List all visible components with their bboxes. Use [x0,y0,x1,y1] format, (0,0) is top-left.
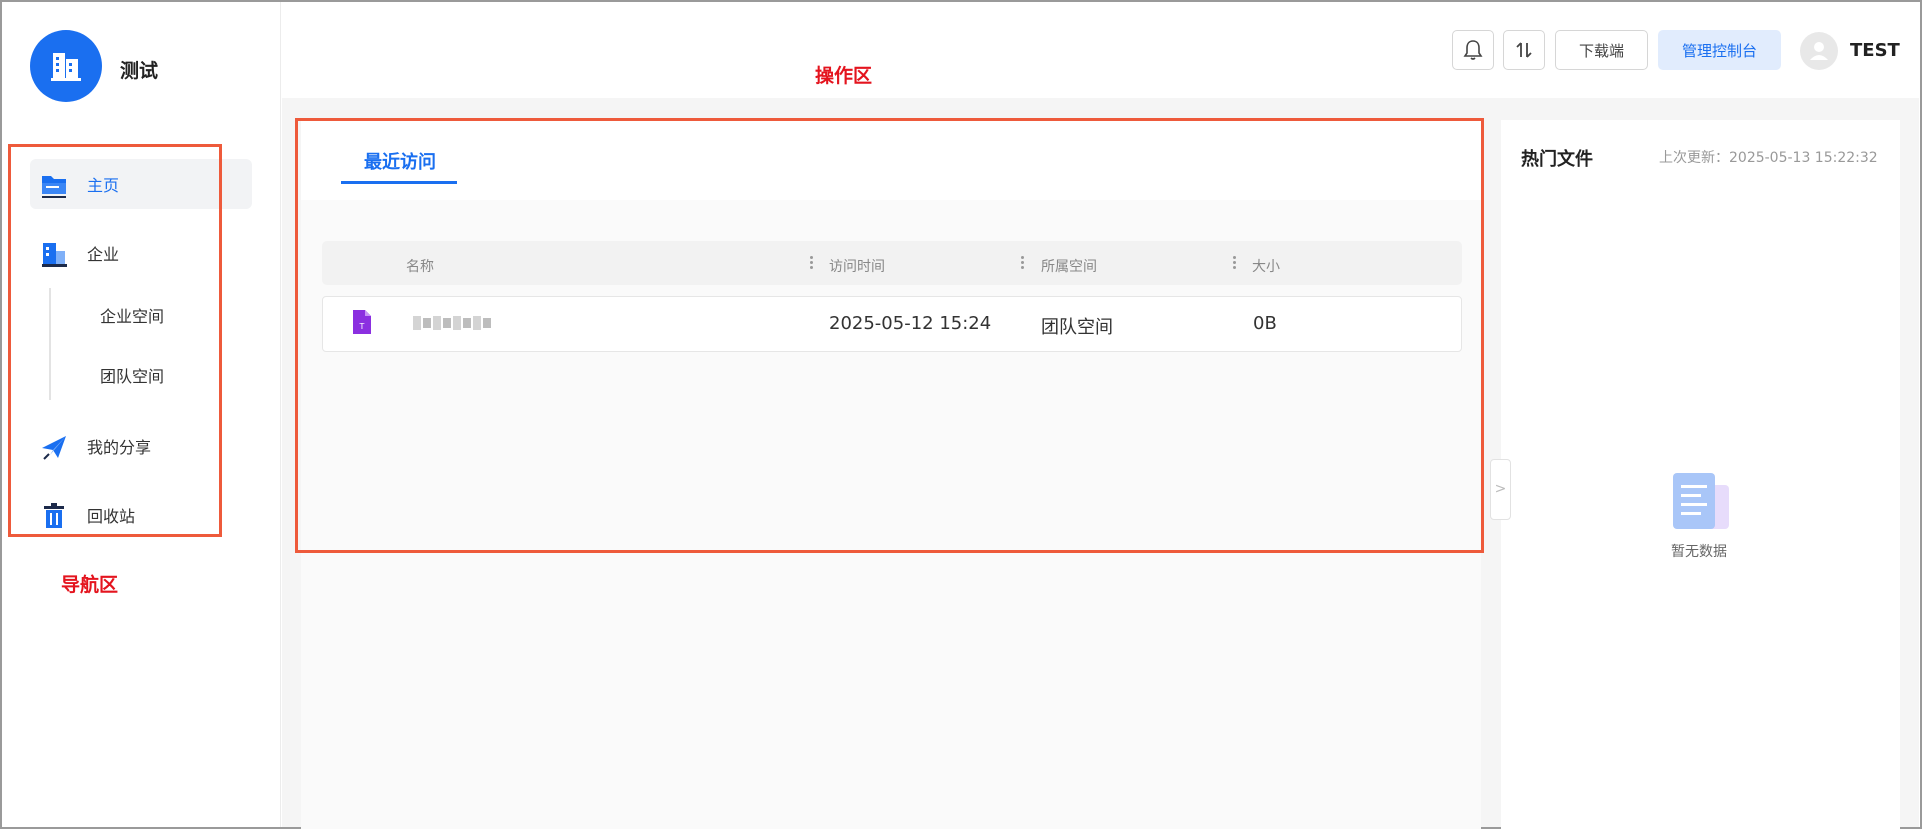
subnav-line [49,288,51,400]
building-logo-icon [51,53,81,81]
empty-state-text: 暂无数据 [1671,544,1727,560]
column-header-visit-time[interactable]: 访问时间 [829,256,885,276]
empty-data-icon [1673,473,1729,529]
hot-files-title: 热门文件 [1521,149,1593,170]
folder-icon [42,176,66,198]
file-name-redacted [413,313,491,333]
sidebar-subitem-enterprise-space[interactable]: 企业空间 [90,297,250,333]
sort-button[interactable] [1503,30,1545,70]
sidebar-item-label: 主页 [87,176,120,195]
svg-text:T: T [359,322,365,331]
sidebar-item-home[interactable]: 主页 [30,159,252,209]
avatar[interactable] [1800,32,1838,70]
paper-plane-icon [42,436,66,460]
notifications-button[interactable] [1452,30,1494,70]
app-name: 测试 [120,60,159,82]
bell-icon [1463,40,1483,60]
column-resize-handle[interactable] [1233,256,1236,270]
building-icon [42,243,67,267]
text-file-icon: T [353,310,371,334]
active-tab-underline [341,181,457,184]
sidebar-item-label: 企业 [87,245,120,264]
download-client-button[interactable]: 下载端 [1555,30,1648,70]
sort-icon [1516,42,1532,58]
app-logo [30,30,102,102]
user-icon [1810,42,1828,60]
tab-bar [301,120,1481,200]
sidebar: 测试 [2,2,281,827]
column-header-name[interactable]: 名称 [406,256,434,276]
username: TEST [1850,40,1900,61]
collapse-panel-button[interactable]: > [1490,459,1511,520]
operation-area-annotation-label: 操作区 [815,65,873,87]
sidebar-item-enterprise[interactable]: 企业 [30,228,252,278]
tab-recent-visits[interactable]: 最近访问 [342,148,458,184]
sidebar-item-my-shares[interactable]: 我的分享 [30,421,252,471]
sidebar-item-recycle-bin[interactable]: 回收站 [30,490,252,540]
cell-size: 0B [1253,313,1277,334]
column-resize-handle[interactable] [1021,256,1024,270]
cell-visit-time: 2025-05-12 15:24 [829,313,992,334]
last-updated-label: 上次更新：2025-05-13 15:22:32 [1659,150,1878,166]
cell-space: 团队空间 [1041,317,1113,338]
column-header-size[interactable]: 大小 [1252,256,1280,276]
sidebar-item-label: 我的分享 [87,438,152,457]
column-header-space[interactable]: 所属空间 [1041,256,1097,276]
admin-console-button[interactable]: 管理控制台 [1658,30,1781,70]
sidebar-item-label: 回收站 [87,507,136,526]
sidebar-subitem-team-space[interactable]: 团队空间 [90,357,250,393]
column-resize-handle[interactable] [810,256,813,270]
trash-icon [44,503,64,528]
navigation-area-annotation-label: 导航区 [61,574,119,596]
table-header [322,241,1462,285]
